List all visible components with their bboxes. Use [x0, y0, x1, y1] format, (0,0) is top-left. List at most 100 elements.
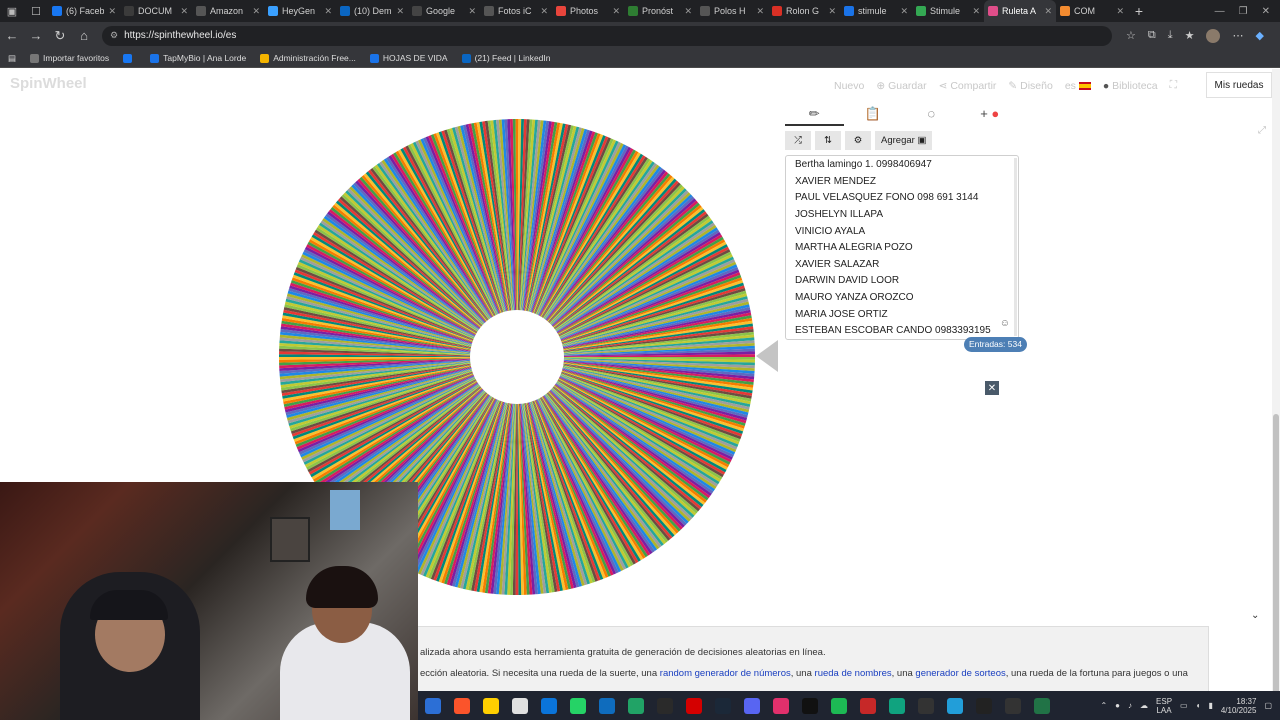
taskbar-app-icon[interactable] — [975, 697, 992, 714]
entries-scrollbar[interactable] — [1014, 158, 1017, 336]
url-input[interactable]: ⚙ https://spinthewheel.io/es — [102, 25, 1112, 46]
browser-tab[interactable]: COM ✕ — [1056, 0, 1128, 22]
bookmark-item[interactable]: TapMyBio | Ana Lorde — [150, 53, 246, 63]
scroll-down-chevron-icon[interactable]: ⌄ — [1251, 610, 1259, 621]
add-wheel-tab-icon[interactable]: + ● — [961, 102, 1020, 126]
browser-tab[interactable]: HeyGen ✕ — [264, 0, 336, 22]
browser-tab[interactable]: Google ✕ — [408, 0, 480, 22]
taskbar-app-icon[interactable] — [540, 697, 557, 714]
bookmark-item[interactable]: (21) Feed | LinkedIn — [461, 53, 551, 63]
results-tab-clipboard-icon[interactable]: 📋 — [844, 102, 903, 126]
settings-button-icon[interactable]: ⚙ — [845, 130, 871, 150]
taskbar-app-icon[interactable] — [917, 697, 934, 714]
close-ad-icon[interactable]: ✕ — [985, 381, 999, 395]
taskbar-app-icon[interactable] — [743, 697, 760, 714]
tab-close-icon[interactable]: ✕ — [756, 6, 764, 17]
language-selector[interactable]: es — [1065, 80, 1091, 92]
tab-close-icon[interactable]: ✕ — [1116, 6, 1124, 17]
taskbar-app-icon[interactable] — [772, 697, 789, 714]
copilot-icon[interactable]: ◆ — [1255, 29, 1263, 43]
back-icon[interactable]: ← — [0, 28, 24, 43]
number-generator-link[interactable]: random generador de números — [660, 668, 791, 679]
browser-tab[interactable]: Pronóst ✕ — [624, 0, 696, 22]
taskbar-app-icon[interactable] — [1033, 697, 1050, 714]
taskbar-app-icon[interactable] — [714, 697, 731, 714]
site-logo[interactable]: SpinWheel — [10, 75, 87, 92]
taskbar-app-icon[interactable] — [453, 697, 470, 714]
entry-line[interactable]: PAUL VELASQUEZ FONO 098 691 3144 — [795, 190, 1018, 207]
browser-tab[interactable]: Polos H ✕ — [696, 0, 768, 22]
taskbar-app-icon[interactable] — [598, 697, 615, 714]
tab-close-icon[interactable]: ✕ — [540, 6, 548, 17]
new-tab-button[interactable]: + — [1128, 3, 1150, 19]
page-scrollbar[interactable] — [1272, 69, 1280, 696]
taskbar-app-icon[interactable] — [424, 697, 441, 714]
entries-textarea[interactable]: Bertha lamingo 1. 0998406947 XAVIER MENDE… — [785, 155, 1019, 340]
tray-app-icon[interactable]: ● — [1115, 701, 1120, 710]
close-window-icon[interactable]: ✕ — [1262, 6, 1270, 17]
taskbar-app-icon[interactable] — [511, 697, 528, 714]
taskbar-app-icon[interactable] — [1004, 697, 1021, 714]
profile-avatar[interactable] — [1206, 28, 1221, 43]
guardar-link[interactable]: ⊕ Guardar — [876, 80, 926, 92]
cloud-icon[interactable]: ☁ — [1140, 701, 1148, 710]
entry-line[interactable]: XAVIER MENDEZ — [795, 174, 1018, 191]
notifications-icon[interactable]: ▢ — [1264, 701, 1272, 710]
entry-line[interactable]: Bertha lamingo 1. 0998406947 — [795, 157, 1018, 174]
fullscreen-icon[interactable]: ⛶ — [1170, 79, 1177, 92]
compartir-link[interactable]: ⋖ Compartir — [939, 80, 997, 92]
diseno-link[interactable]: ✎ Diseño — [1008, 80, 1052, 92]
emoji-icon[interactable]: ☺ — [1000, 318, 1010, 329]
entry-line[interactable]: JOSHELYN ILLAPA — [795, 207, 1018, 224]
tab-close-icon[interactable]: ✕ — [900, 6, 908, 17]
tab-list-icon[interactable]: ☐ — [24, 0, 48, 22]
tab-close-icon[interactable]: ✕ — [1044, 6, 1052, 17]
entry-line[interactable]: MARIA JOSE ORTIZ — [795, 307, 1018, 324]
taskbar-app-icon[interactable] — [685, 697, 702, 714]
forward-icon[interactable]: → — [24, 28, 48, 43]
tab-close-icon[interactable]: ✕ — [468, 6, 476, 17]
entry-line[interactable]: MAURO YANZA OROZCO — [795, 290, 1018, 307]
sort-button-icon[interactable]: ⇅ — [815, 130, 841, 150]
keyboard-language[interactable]: ESP LAA — [1156, 697, 1172, 715]
browser-tab[interactable]: Fotos iC ✕ — [480, 0, 552, 22]
name-wheel-link[interactable]: rueda de nombres — [815, 668, 892, 679]
browser-tab[interactable]: Amazon ✕ — [192, 0, 264, 22]
tray-chevron-icon[interactable]: ⌃ — [1100, 701, 1107, 710]
bookmark-star-icon[interactable]: ☆ — [1126, 29, 1136, 43]
entry-line[interactable]: MARTHA ALEGRIA POZO — [795, 240, 1018, 257]
download-icon[interactable]: ⤓ — [1168, 29, 1173, 43]
entry-line[interactable]: XAVIER SALAZAR — [795, 257, 1018, 274]
tab-close-icon[interactable]: ✕ — [108, 6, 116, 17]
tab-close-icon[interactable]: ✕ — [612, 6, 620, 17]
home-icon[interactable]: ⌂ — [72, 28, 96, 43]
sidebar-toggle-icon[interactable]: ▤ — [8, 53, 16, 64]
tab-close-icon[interactable]: ✕ — [396, 6, 404, 17]
wheel-center[interactable] — [470, 310, 564, 404]
taskbar-app-icon[interactable] — [569, 697, 586, 714]
battery-icon[interactable]: ▮ — [1208, 701, 1212, 710]
raffle-generator-link[interactable]: generador de sorteos — [915, 668, 1005, 679]
taskbar-app-icon[interactable] — [482, 697, 499, 714]
bookmark-item[interactable] — [123, 53, 136, 63]
restore-icon[interactable]: ❐ — [1239, 6, 1248, 17]
tab-close-icon[interactable]: ✕ — [972, 6, 980, 17]
taskbar-app-icon[interactable] — [830, 697, 847, 714]
browser-tab[interactable]: Rolon G ✕ — [768, 0, 840, 22]
hidden-tab-eye-off-icon[interactable]: ◌ — [902, 102, 961, 126]
tab-close-icon[interactable]: ✕ — [252, 6, 260, 17]
nuevo-link[interactable]: Nuevo — [834, 80, 864, 92]
browser-tab[interactable]: stimule ✕ — [840, 0, 912, 22]
taskbar-app-icon[interactable] — [627, 697, 644, 714]
biblioteca-link[interactable]: ● Biblioteca — [1103, 80, 1158, 92]
browser-tab[interactable]: Photos ✕ — [552, 0, 624, 22]
edit-tab-pencil-icon[interactable]: ✏ — [785, 102, 844, 126]
taskbar-app-icon[interactable] — [888, 697, 905, 714]
taskbar-app-icon[interactable] — [859, 697, 876, 714]
shuffle-button-icon[interactable]: ⤮ — [785, 130, 811, 150]
browser-tab[interactable]: (10) Dem ✕ — [336, 0, 408, 22]
network-icon[interactable]: ▭ — [1180, 701, 1188, 710]
tab-close-icon[interactable]: ✕ — [324, 6, 332, 17]
tab-close-icon[interactable]: ✕ — [828, 6, 836, 17]
taskbar-app-icon[interactable] — [946, 697, 963, 714]
